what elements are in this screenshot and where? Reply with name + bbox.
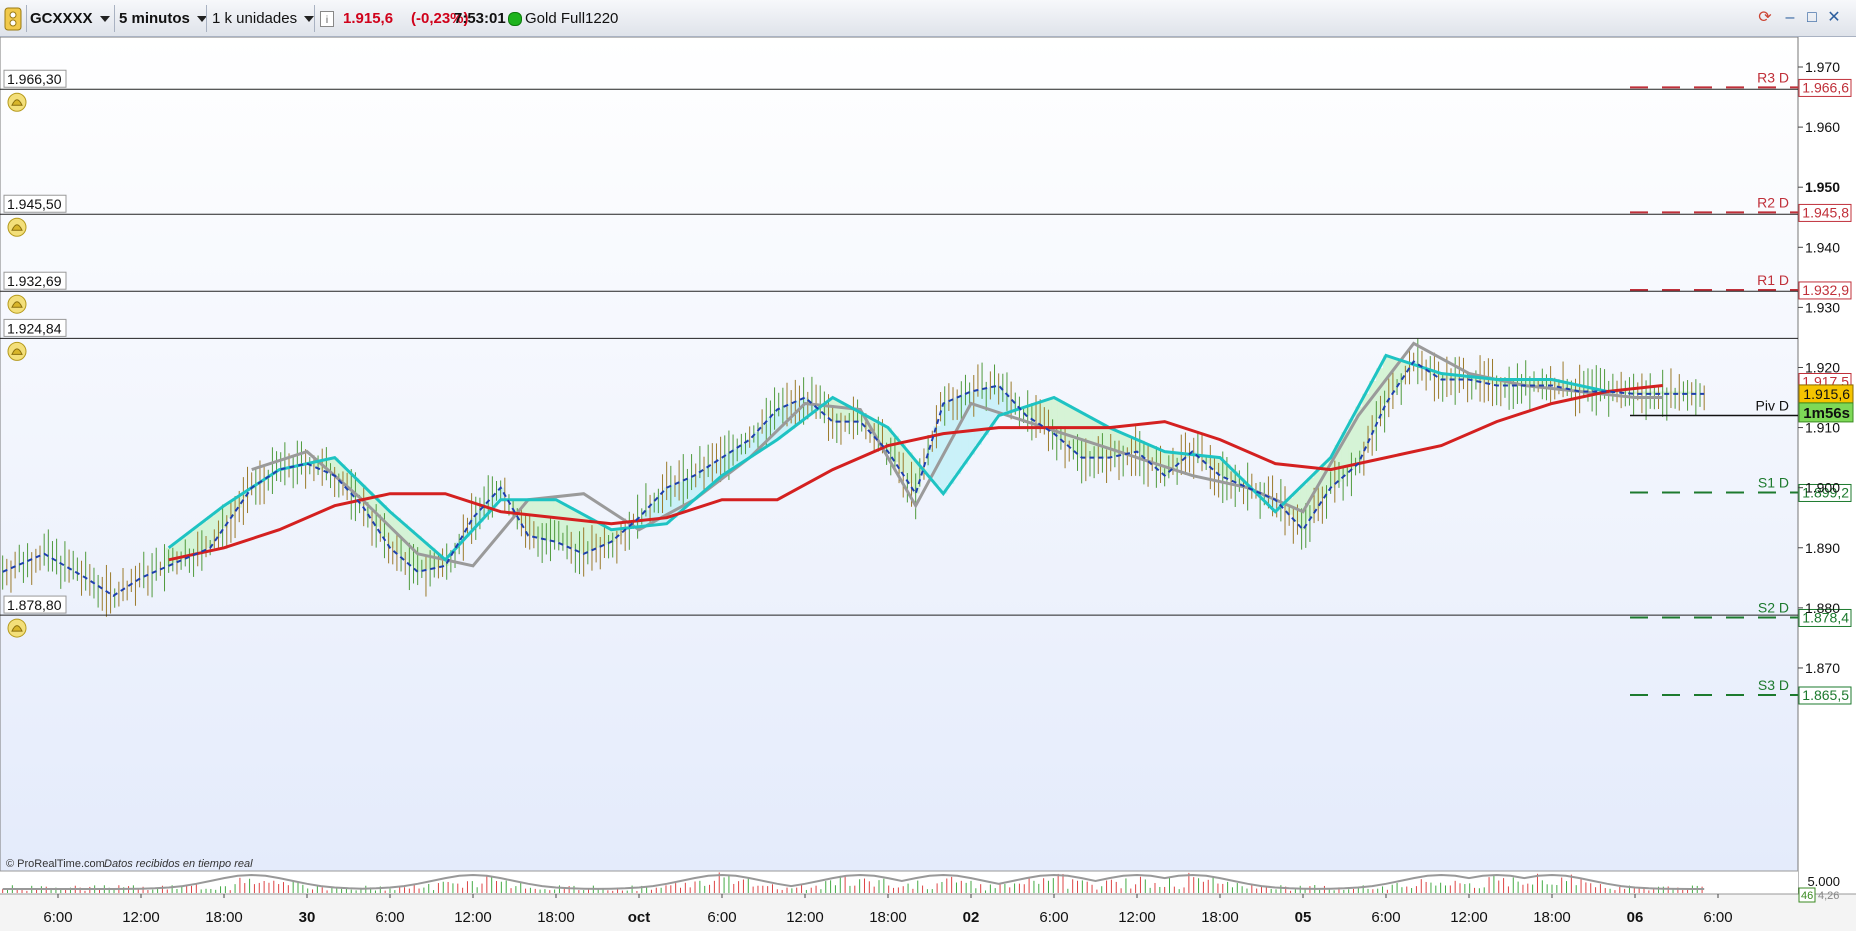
cloud-band xyxy=(193,526,201,554)
x-tick-label: 30 xyxy=(299,909,316,926)
cloud-band xyxy=(546,499,554,541)
alert-label: 1.932,69 xyxy=(7,273,62,289)
y-tick-label: 1.970 xyxy=(1805,59,1840,75)
refresh-icon[interactable]: ⟳ xyxy=(1757,10,1773,26)
pivot-name: S2 D xyxy=(1758,599,1789,615)
y-tick-label: 1.910 xyxy=(1805,420,1840,436)
info-button[interactable]: i xyxy=(320,5,334,32)
pivot-price-label: 1.865,5 xyxy=(1802,687,1849,703)
cloud-band xyxy=(587,518,595,551)
bell-icon xyxy=(7,341,27,361)
svg-text:i: i xyxy=(326,15,328,26)
cloud-band xyxy=(774,409,782,440)
price-time: 7:53:01 xyxy=(454,10,506,27)
pivot-price-label: 1.932,9 xyxy=(1802,282,1849,298)
pivot-price-label: 1.945,8 xyxy=(1802,204,1849,220)
price-chart[interactable]: R3 D 1.966,6 R2 D 1.945,8 R1 D 1.932,9 Piv D S1… xyxy=(0,37,1856,931)
footer-note: Datos recibidos en tiempo real xyxy=(104,858,253,870)
cloud-band xyxy=(566,507,574,548)
x-tick-label: 18:00 xyxy=(205,909,243,926)
logo-icon xyxy=(4,5,24,32)
x-tick-label: 6:00 xyxy=(1703,909,1732,926)
footer-brand: © ProRealTime.com xyxy=(6,858,105,870)
timeframe-label: 5 minutos xyxy=(119,10,190,27)
cloud-band xyxy=(214,510,222,538)
timeframe-selector[interactable]: 5 minutos xyxy=(119,5,207,32)
bell-icon xyxy=(7,217,27,237)
close-icon[interactable]: ✕ xyxy=(1826,10,1842,26)
x-tick-label: 18:00 xyxy=(1533,909,1571,926)
cloud-band xyxy=(1106,427,1114,458)
x-tick-label: 12:00 xyxy=(1118,909,1156,926)
last-price: 1.915,6 xyxy=(343,10,394,27)
cloud-band xyxy=(525,499,533,536)
status-dot-icon xyxy=(508,5,522,32)
x-tick-label: 18:00 xyxy=(537,909,575,926)
chart-toolbar: GCXXXX 5 minutos 1 k unidades i 1.915,6 … xyxy=(0,0,1856,37)
cloud-band xyxy=(1064,405,1072,446)
y-tick-label: 1.920 xyxy=(1805,359,1840,375)
product-name: Gold Full1220 xyxy=(525,10,619,27)
pivot-price-label: 1.966,6 xyxy=(1802,79,1849,95)
current-price-label: 1.915,6 xyxy=(1803,386,1850,402)
y-tick-label: 1.900 xyxy=(1805,480,1840,496)
chevron-down-icon xyxy=(99,15,110,22)
y-tick-label: 1.870 xyxy=(1805,660,1840,676)
y-tick-label: 1.960 xyxy=(1805,119,1840,135)
alert-label: 1.878,80 xyxy=(7,597,62,613)
bell-icon xyxy=(7,618,27,638)
bell-icon xyxy=(7,294,27,314)
volume-secondary-label: 4,26 xyxy=(1818,890,1839,902)
alert-label: 1.924,84 xyxy=(7,320,62,336)
y-tick-label: 1.880 xyxy=(1805,600,1840,616)
pivot-name: Piv D xyxy=(1756,398,1789,414)
x-tick-label: 6:00 xyxy=(43,909,72,926)
minimize-icon[interactable]: – xyxy=(1782,10,1798,26)
x-tick-label: 06 xyxy=(1627,909,1644,926)
x-tick-label: 12:00 xyxy=(1450,909,1488,926)
pivot-name: R3 D xyxy=(1757,69,1789,85)
maximize-icon[interactable]: □ xyxy=(1804,10,1820,26)
x-tick-label: 6:00 xyxy=(1371,909,1400,926)
x-tick-label: 18:00 xyxy=(869,909,907,926)
x-tick-label: 05 xyxy=(1295,909,1312,926)
alert-label: 1.945,50 xyxy=(7,196,62,212)
pivot-name: S3 D xyxy=(1758,677,1789,693)
cloud-band xyxy=(961,394,969,465)
y-tick-label: 1.930 xyxy=(1805,299,1840,315)
x-tick-label: 6:00 xyxy=(375,909,404,926)
units-selector[interactable]: 1 k unidades xyxy=(212,5,315,32)
y-tick-label: 1.950 xyxy=(1805,179,1840,195)
instrument-selector[interactable]: GCXXXX xyxy=(30,5,110,32)
units-label: 1 k unidades xyxy=(212,10,298,27)
x-tick-label: oct xyxy=(628,909,651,926)
x-tick-label: 12:00 xyxy=(122,909,160,926)
cloud-band xyxy=(1085,416,1093,458)
x-tick-label: 18:00 xyxy=(1201,909,1239,926)
volume-value-label: 46 xyxy=(1801,890,1813,902)
x-tick-label: 12:00 xyxy=(786,909,824,926)
y-tick-label: 1.890 xyxy=(1805,540,1840,556)
cloud-band xyxy=(1044,399,1052,430)
y-tick-label: 1.940 xyxy=(1805,239,1840,255)
cloud-band xyxy=(974,390,982,445)
chevron-down-icon xyxy=(304,15,315,22)
volume-axis-label: 5.000 xyxy=(1807,874,1840,889)
bell-icon xyxy=(7,92,27,112)
cloud-band xyxy=(608,529,616,542)
pivot-name: R1 D xyxy=(1757,272,1789,288)
instrument-label: GCXXXX xyxy=(30,10,93,27)
info-icon: i xyxy=(320,10,334,27)
x-tick-label: 6:00 xyxy=(707,909,736,926)
x-tick-label: 12:00 xyxy=(454,909,492,926)
x-tick-label: 02 xyxy=(963,909,980,926)
pivot-name: S1 D xyxy=(1758,474,1789,490)
alert-label: 1.966,30 xyxy=(7,71,62,87)
x-tick-label: 6:00 xyxy=(1039,909,1068,926)
pivot-name: R2 D xyxy=(1757,194,1789,210)
